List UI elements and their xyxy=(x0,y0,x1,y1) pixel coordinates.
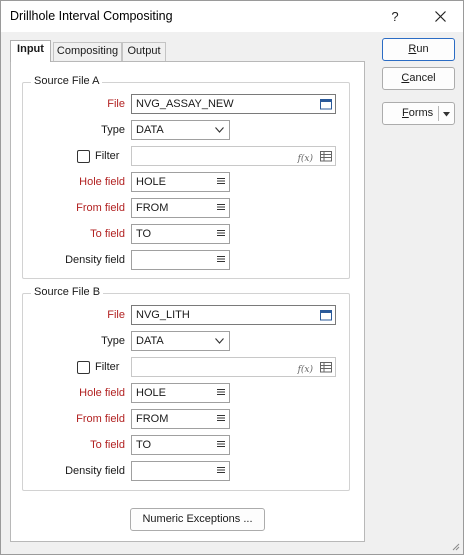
file-b-value: NVG_LITH xyxy=(136,309,190,321)
to-field-b-label: To field xyxy=(90,439,125,451)
list-icon[interactable] xyxy=(216,413,226,423)
to-field-b-input[interactable]: TO xyxy=(131,435,230,455)
split-divider xyxy=(438,106,439,121)
density-field-a-input[interactable] xyxy=(131,250,230,270)
from-field-b-value: FROM xyxy=(136,413,169,425)
density-field-a-label: Density field xyxy=(65,254,125,266)
list-icon[interactable] xyxy=(216,387,226,397)
cancel-label: ancel xyxy=(409,72,436,84)
window-title: Drillhole Interval Compositing xyxy=(10,9,173,23)
caret-down-icon[interactable] xyxy=(443,112,450,117)
from-field-a-value: FROM xyxy=(136,202,169,214)
chevron-down-icon xyxy=(215,127,224,133)
hole-field-a-label: Hole field xyxy=(79,176,125,188)
resize-grip-icon[interactable] xyxy=(450,541,460,551)
tab-input[interactable]: Input xyxy=(10,40,51,62)
list-icon[interactable] xyxy=(216,202,226,212)
forms-split-button[interactable]: Forms xyxy=(382,102,455,125)
to-field-a-label: To field xyxy=(90,228,125,240)
cancel-button[interactable]: Cancel xyxy=(382,67,455,90)
filter-a-label: Filter xyxy=(95,150,120,162)
filter-a-input[interactable]: f(x) xyxy=(131,146,336,166)
type-a-select[interactable]: DATA xyxy=(131,120,230,140)
density-field-b-label: Density field xyxy=(65,465,125,477)
from-field-a-label: From field xyxy=(76,202,125,214)
source-file-a-group: Source File A File NVG_ASSAY_NEW Type DA… xyxy=(22,75,350,279)
run-label: un xyxy=(416,43,429,55)
source-file-a-legend: Source File A xyxy=(31,75,103,87)
filter-b-label: Filter xyxy=(95,361,120,373)
fx-icon[interactable]: f(x) xyxy=(298,361,313,379)
close-icon xyxy=(434,11,446,22)
density-field-b-input[interactable] xyxy=(131,461,230,481)
source-file-b-group: Source File B File NVG_LITH Type DATA Fi… xyxy=(22,286,350,491)
from-field-b-label: From field xyxy=(76,413,125,425)
list-icon[interactable] xyxy=(216,465,226,475)
forms-label: orms xyxy=(408,107,434,119)
from-field-b-input[interactable]: FROM xyxy=(131,409,230,429)
forms-accel: F xyxy=(402,107,409,119)
file-a-input[interactable]: NVG_ASSAY_NEW xyxy=(131,94,336,114)
hole-field-b-value: HOLE xyxy=(136,387,166,399)
type-a-value: DATA xyxy=(136,124,164,136)
close-button[interactable] xyxy=(422,1,458,32)
list-icon[interactable] xyxy=(216,176,226,186)
type-b-select[interactable]: DATA xyxy=(131,331,230,351)
list-icon[interactable] xyxy=(216,439,226,449)
to-field-a-value: TO xyxy=(136,228,152,240)
file-a-label: File xyxy=(107,98,125,110)
type-b-value: DATA xyxy=(136,335,164,347)
help-button[interactable]: ? xyxy=(377,1,413,32)
hole-field-a-value: HOLE xyxy=(136,176,166,188)
input-tab-panel: Source File A File NVG_ASSAY_NEW Type DA… xyxy=(10,61,365,542)
tab-compositing[interactable]: Compositing xyxy=(53,42,122,61)
filter-b-checkbox[interactable] xyxy=(77,361,90,374)
file-browse-icon[interactable] xyxy=(320,309,332,321)
table-icon[interactable] xyxy=(320,150,332,162)
hole-field-b-input[interactable]: HOLE xyxy=(131,383,230,403)
table-icon[interactable] xyxy=(320,361,332,373)
chevron-down-icon xyxy=(215,338,224,344)
run-button[interactable]: Run xyxy=(382,38,455,61)
to-field-a-input[interactable]: TO xyxy=(131,224,230,244)
file-b-input[interactable]: NVG_LITH xyxy=(131,305,336,325)
list-icon[interactable] xyxy=(216,228,226,238)
fx-icon[interactable]: f(x) xyxy=(298,150,313,168)
from-field-a-input[interactable]: FROM xyxy=(131,198,230,218)
type-a-label: Type xyxy=(101,124,125,136)
tab-output[interactable]: Output xyxy=(122,42,166,61)
hole-field-a-input[interactable]: HOLE xyxy=(131,172,230,192)
numeric-exceptions-button[interactable]: Numeric Exceptions ... xyxy=(130,508,265,531)
source-file-b-legend: Source File B xyxy=(31,286,104,298)
list-icon[interactable] xyxy=(216,254,226,264)
title-bar: Drillhole Interval Compositing ? xyxy=(1,1,463,32)
type-b-label: Type xyxy=(101,335,125,347)
dialog-window: Drillhole Interval Compositing ? Input C… xyxy=(0,0,464,555)
filter-b-input[interactable]: f(x) xyxy=(131,357,336,377)
hole-field-b-label: Hole field xyxy=(79,387,125,399)
filter-a-checkbox[interactable] xyxy=(77,150,90,163)
to-field-b-value: TO xyxy=(136,439,152,451)
file-a-value: NVG_ASSAY_NEW xyxy=(136,98,234,110)
file-b-label: File xyxy=(107,309,125,321)
file-browse-icon[interactable] xyxy=(320,98,332,110)
